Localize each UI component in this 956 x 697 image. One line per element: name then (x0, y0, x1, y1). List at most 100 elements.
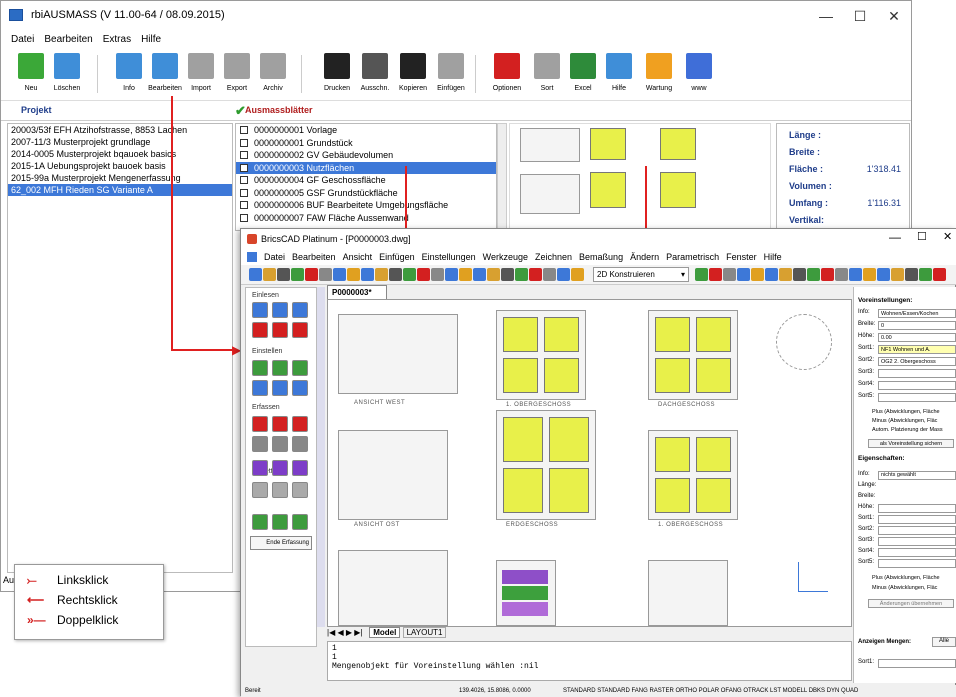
property-field[interactable] (878, 515, 956, 524)
sort-button[interactable]: Sort (529, 51, 565, 97)
menu-bearbeiten[interactable]: Bearbeiten (44, 31, 92, 49)
rbi-tool-icon[interactable] (252, 380, 268, 396)
project-item[interactable]: 62_002 MFH Rieden SG Variante A (8, 184, 232, 196)
project-item[interactable]: 2015-1A Uebungsprojekt bauoek basis (8, 160, 232, 172)
cad-tool-icon[interactable] (933, 268, 946, 281)
cad-tool-icon[interactable] (501, 268, 514, 281)
cad-tool-icon[interactable] (389, 268, 402, 281)
project-list[interactable]: 20003/53f EFH Atzihofstrasse, 8853 Lache… (7, 123, 233, 573)
cad-tool-icon[interactable] (737, 268, 750, 281)
cad-menu-item[interactable]: Hilfe (764, 249, 782, 265)
cad-tool-icon[interactable] (305, 268, 318, 281)
preset-option[interactable]: Autom. Platzierung der Mass (872, 427, 943, 433)
sheet-checkbox[interactable] (240, 213, 248, 222)
cad-tool-icon[interactable] (793, 268, 806, 281)
kopieren-button[interactable]: Kopieren (395, 51, 431, 97)
rbi-tool-icon[interactable] (292, 380, 308, 396)
rbi-tool-icon[interactable] (252, 514, 268, 530)
tab-drawing[interactable]: P0000003* ✕ (327, 285, 387, 310)
rbi-tool-icon[interactable] (292, 416, 308, 432)
rbi-tool-icon[interactable] (272, 380, 288, 396)
rbi-tool-icon[interactable] (272, 436, 288, 452)
optionen-button[interactable]: Optionen (489, 51, 525, 97)
einfügen-button[interactable]: Einfügen (433, 51, 469, 97)
cad-tool-icon[interactable] (905, 268, 918, 281)
close-button[interactable]: ✕ (877, 5, 911, 27)
tab-model[interactable]: Model (369, 627, 401, 638)
rbi-tool-icon[interactable] (292, 482, 308, 498)
sheet-checkbox[interactable] (240, 176, 248, 184)
menu-extras[interactable]: Extras (103, 31, 131, 49)
sheet-checkbox[interactable] (240, 138, 248, 147)
tab-layout1[interactable]: LAYOUT1 (402, 627, 447, 638)
cad-tool-icon[interactable] (863, 268, 876, 281)
cad-tool-icon[interactable] (765, 268, 778, 281)
save-preset-button[interactable]: als Voreinstellung sichern (868, 439, 954, 448)
rbi-tool-icon[interactable] (252, 436, 268, 452)
cad-tool-icon[interactable] (835, 268, 848, 281)
cad-tool-icon[interactable] (473, 268, 486, 281)
rbi-tool-icon[interactable] (252, 302, 268, 318)
cad-tool-icon[interactable] (849, 268, 862, 281)
cad-tool-icon[interactable] (821, 268, 834, 281)
cad-tool-icon[interactable] (751, 268, 764, 281)
rbi-tool-icon[interactable] (272, 322, 288, 338)
sheet-checkbox[interactable] (240, 188, 248, 197)
www-button[interactable]: www (681, 51, 717, 97)
cad-tool-icon[interactable] (361, 268, 374, 281)
bearbeiten-button[interactable]: Bearbeiten (147, 51, 183, 97)
cad-menu-item[interactable]: Parametrisch (666, 249, 719, 265)
cad-menu-item[interactable]: Einfügen (379, 249, 415, 265)
preset-field[interactable]: NF1 Wohnen und A. (878, 345, 956, 354)
preset-field[interactable]: 0 (878, 321, 956, 330)
export-button[interactable]: Export (219, 51, 255, 97)
sheet-item[interactable]: 0000000001 Vorlage (236, 124, 496, 137)
rbi-tool-icon[interactable] (252, 360, 268, 376)
cad-tool-icon[interactable] (431, 268, 444, 281)
sheet-checkbox[interactable] (240, 151, 248, 159)
sheet-item[interactable]: 0000000001 Grundstück (236, 137, 496, 150)
cad-tool-icon[interactable] (347, 268, 360, 281)
maximize-button[interactable]: ☐ (843, 5, 877, 27)
cad-maximize-button[interactable]: ☐ (917, 230, 927, 243)
cad-tool-icon[interactable] (877, 268, 890, 281)
cad-tool-icon[interactable] (375, 268, 388, 281)
rbi-tool-icon[interactable] (272, 302, 288, 318)
apply-changes-button[interactable]: Änderungen übernehmen (868, 599, 954, 608)
show-all-button[interactable]: Alle (932, 637, 956, 647)
property-option[interactable]: Plus (Abwicklungen, Fläche (872, 575, 940, 581)
hilfe-button[interactable]: Hilfe (601, 51, 637, 97)
preset-option[interactable]: Plus (Abwicklungen, Fläche (872, 409, 940, 415)
rbi-tool-icon[interactable] (292, 302, 308, 318)
command-line[interactable]: 1 1 Mengenobjekt für Voreinstellung wähl… (327, 641, 852, 681)
cad-close-button[interactable]: ✕ (943, 230, 952, 243)
rbi-tool-icon[interactable] (292, 322, 308, 338)
cad-tool-icon[interactable] (807, 268, 820, 281)
cad-tool-icon[interactable] (891, 268, 904, 281)
sheet-checkbox[interactable] (240, 201, 248, 209)
drucken-button[interactable]: Drucken (319, 51, 355, 97)
preset-option[interactable]: Minus (Abwicklungen, Fläc (872, 418, 937, 424)
import-button[interactable]: Import (183, 51, 219, 97)
preset-field[interactable] (878, 369, 956, 378)
property-field[interactable] (878, 548, 956, 557)
sheet-list[interactable]: 0000000001 Vorlage 0000000001 Grundstück 0… (235, 123, 497, 231)
cad-tool-icon[interactable] (515, 268, 528, 281)
cad-tool-icon[interactable] (557, 268, 570, 281)
sheet-item[interactable]: 0000000002 GV Gebäudevolumen (236, 149, 496, 162)
cad-menu-item[interactable]: Bemaßung (579, 249, 623, 265)
sheet-item[interactable]: 0000000005 GSF Grundstückfläche (236, 187, 496, 200)
sheet-item[interactable]: 0000000004 GF Geschossfläche (236, 174, 496, 187)
cad-menu-item[interactable]: Datei (264, 249, 285, 265)
preset-field[interactable] (878, 381, 956, 390)
sheet-item[interactable]: 0000000006 BUF Bearbeitete Umgebungsfläc… (236, 199, 496, 212)
rbi-tool-icon[interactable] (272, 416, 288, 432)
cad-menu-item[interactable]: Ansicht (343, 249, 373, 265)
sheet-item[interactable]: 0000000007 FAW Fläche Aussenwand (236, 212, 496, 225)
cad-tool-icon[interactable] (459, 268, 472, 281)
property-field[interactable] (878, 526, 956, 535)
cad-tool-icon[interactable] (723, 268, 736, 281)
sheet-checkbox[interactable] (240, 163, 248, 172)
rbi-tool-icon[interactable] (292, 514, 308, 530)
cad-tool-icon[interactable] (319, 268, 332, 281)
